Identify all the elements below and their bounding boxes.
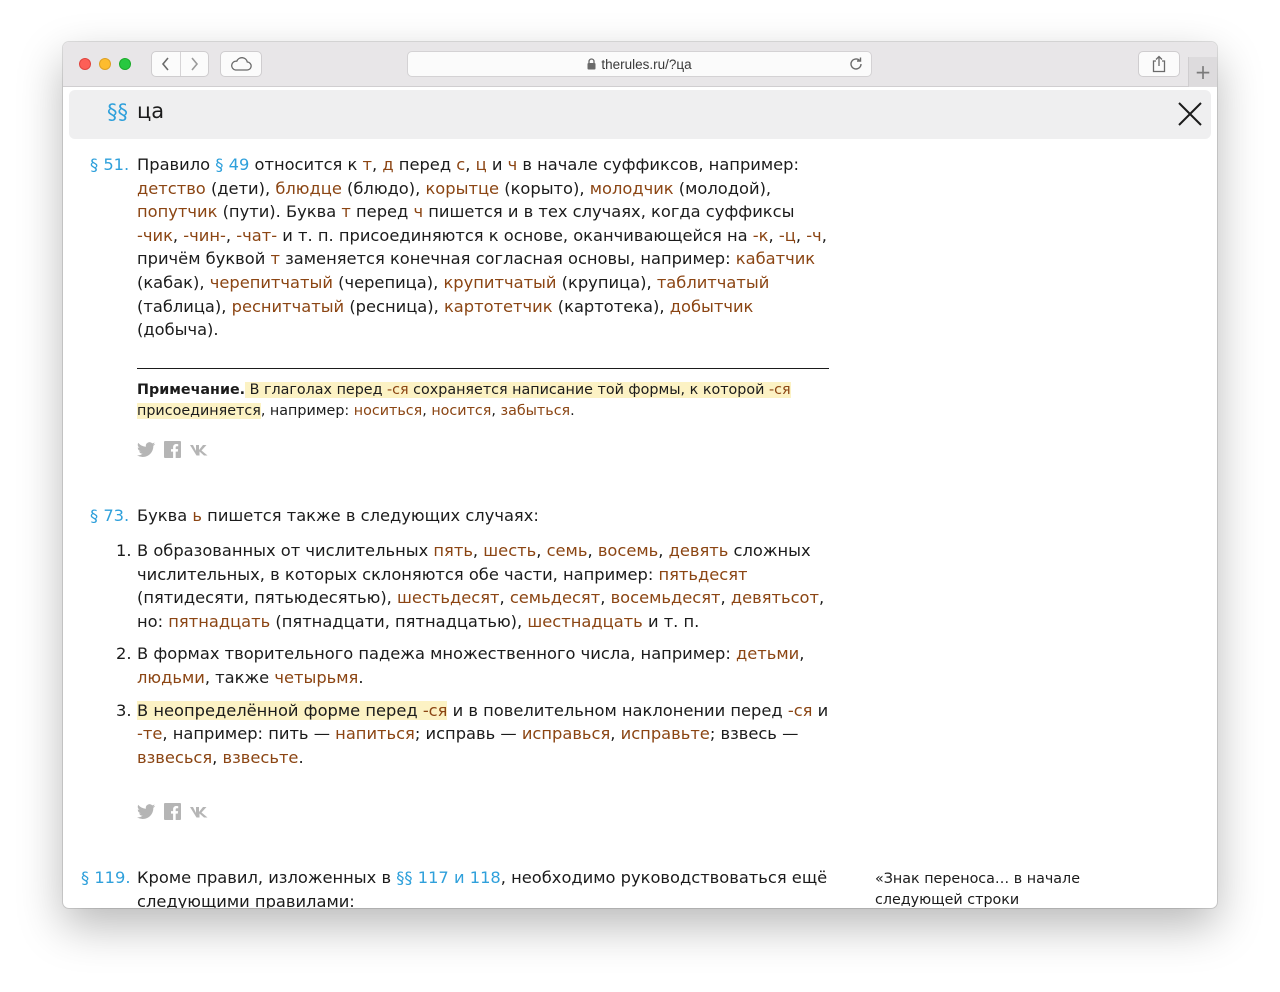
address-bar[interactable]: therules.ru/?ца bbox=[407, 51, 872, 77]
vk-icon[interactable] bbox=[189, 806, 209, 818]
back-button[interactable] bbox=[152, 52, 181, 76]
browser-window: therules.ru/?ца + §§ ца § 51. Правило § … bbox=[63, 42, 1217, 908]
share-icon bbox=[1152, 55, 1166, 73]
facebook-icon[interactable] bbox=[164, 803, 181, 820]
search-bar[interactable]: §§ ца bbox=[69, 90, 1211, 139]
close-window-button[interactable] bbox=[79, 58, 91, 70]
share-links-51 bbox=[137, 441, 209, 458]
list-item: 1. В образованных от числительных пять, ш… bbox=[116, 541, 825, 631]
paragraph-119-number[interactable]: § 119. bbox=[81, 866, 131, 890]
browser-toolbar: therules.ru/?ца + bbox=[63, 42, 1217, 87]
paragraph-119-text: Кроме правил, изложенных в §§ 117 и 118,… bbox=[137, 868, 828, 908]
lock-icon bbox=[587, 58, 596, 70]
vk-icon[interactable] bbox=[189, 444, 209, 456]
list-item: 3. В неопределённой форме перед -ся и в п… bbox=[116, 700, 829, 767]
chevron-left-icon bbox=[161, 57, 169, 71]
list-item: 2. В формах творительного падежа множеств… bbox=[116, 644, 805, 687]
note-divider bbox=[137, 368, 829, 369]
facebook-icon[interactable] bbox=[164, 441, 181, 458]
share-button[interactable] bbox=[1138, 51, 1180, 77]
chevron-right-icon bbox=[191, 57, 199, 71]
search-query[interactable]: ца bbox=[137, 99, 164, 123]
side-quote: «Знак переноса… в начале следующей строк… bbox=[875, 871, 1080, 908]
search-results: § 51. Правило § 49 относится к т, д пере… bbox=[63, 147, 1217, 908]
paragraph-73-list: 1. В образованных от числительных пять, ш… bbox=[116, 539, 836, 778]
share-links-73 bbox=[137, 803, 209, 820]
navigation-buttons bbox=[151, 51, 209, 77]
paragraph-51-note: Примечание. В глаголах перед -ся сохраня… bbox=[137, 382, 791, 419]
forward-button[interactable] bbox=[181, 52, 209, 76]
twitter-icon[interactable] bbox=[137, 803, 156, 820]
url-text: therules.ru/?ца bbox=[601, 56, 692, 72]
paragraph-73-text: Буква ь пишется также в следующих случая… bbox=[137, 506, 539, 525]
paragraph-51-number[interactable]: § 51. bbox=[90, 153, 129, 177]
rule-link[interactable]: §§ 117 и 118 bbox=[396, 868, 501, 887]
zoom-window-button[interactable] bbox=[119, 58, 131, 70]
minimize-window-button[interactable] bbox=[99, 58, 111, 70]
paragraph-73-number[interactable]: § 73. bbox=[90, 504, 129, 528]
reload-icon[interactable] bbox=[848, 56, 864, 72]
rule-link[interactable]: § 49 bbox=[215, 155, 249, 174]
twitter-icon[interactable] bbox=[137, 441, 156, 458]
cloud-icon bbox=[231, 57, 252, 71]
search-prefix: §§ bbox=[107, 100, 128, 124]
paragraph-51-text: Правило § 49 относится к т, д перед с, ц… bbox=[137, 155, 827, 340]
new-tab-button[interactable]: + bbox=[1188, 57, 1217, 87]
close-icon[interactable] bbox=[1175, 99, 1205, 129]
icloud-tabs-button[interactable] bbox=[220, 51, 262, 77]
